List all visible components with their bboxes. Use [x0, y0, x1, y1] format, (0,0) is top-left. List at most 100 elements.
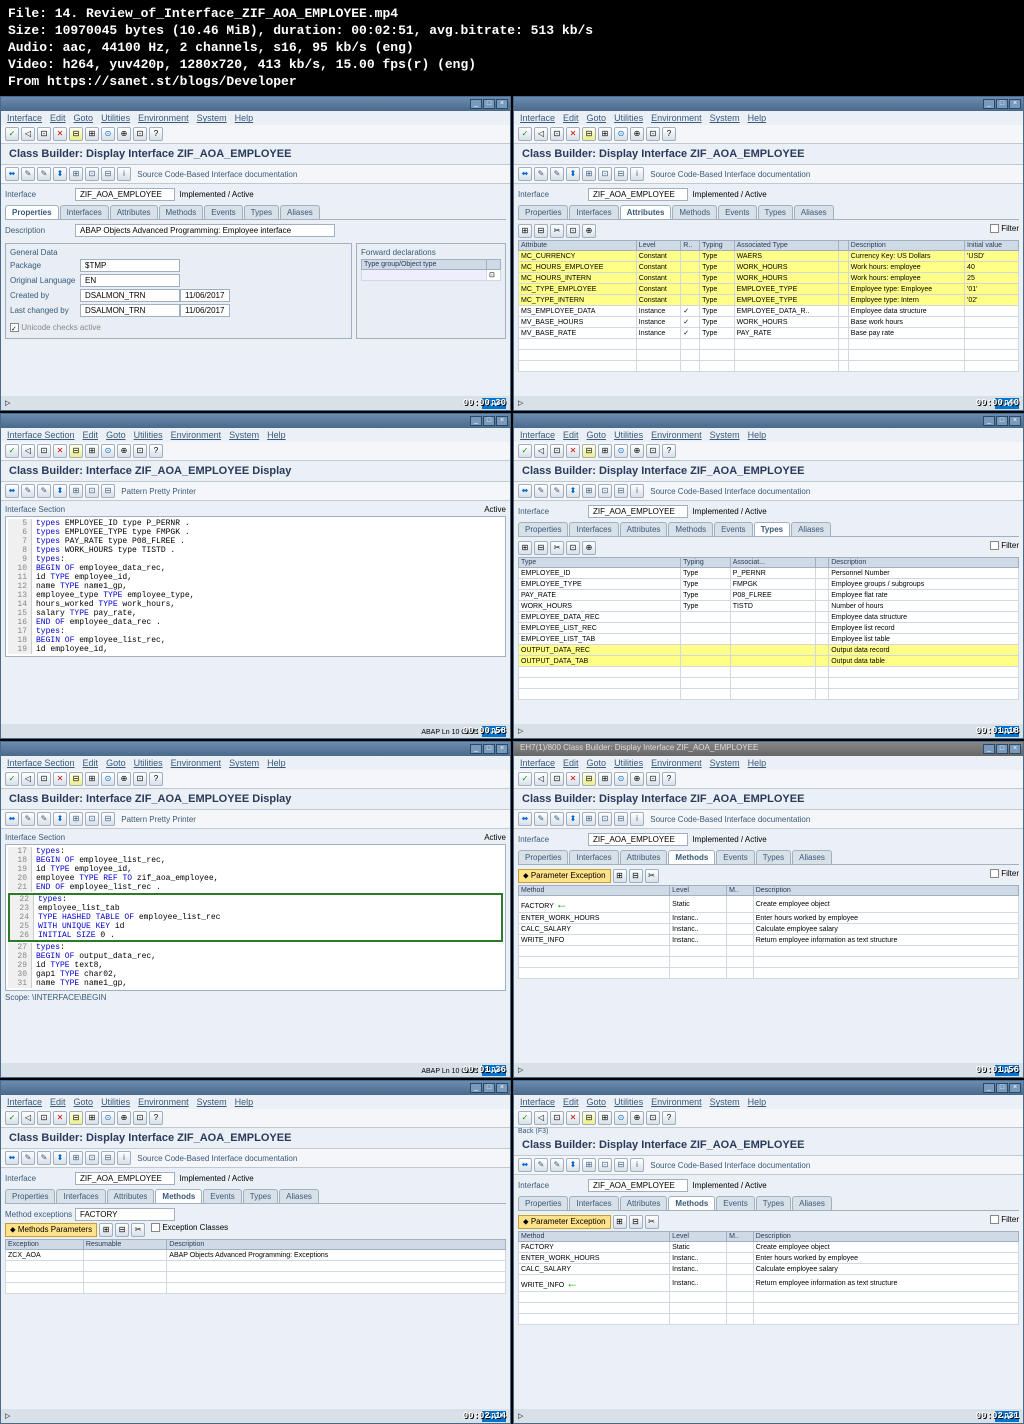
- menu-item[interactable]: Edit: [50, 113, 66, 123]
- menu-item[interactable]: Help: [235, 1097, 254, 1107]
- tab-properties[interactable]: Properties: [518, 205, 568, 219]
- menu-item[interactable]: Help: [748, 1097, 767, 1107]
- tab-events[interactable]: Events: [718, 205, 756, 219]
- menu-item[interactable]: System: [710, 430, 740, 440]
- tab-methods[interactable]: Methods: [668, 1196, 715, 1210]
- menu-item[interactable]: Goto: [587, 1097, 607, 1107]
- menu-item[interactable]: Interface: [520, 430, 555, 440]
- tab-attributes[interactable]: Attributes: [620, 522, 668, 536]
- menu-item[interactable]: Utilities: [101, 113, 130, 123]
- tab-interfaces[interactable]: Interfaces: [569, 850, 618, 864]
- menu-item[interactable]: Edit: [563, 758, 579, 768]
- tab-aliases[interactable]: Aliases: [792, 850, 832, 864]
- menu-item[interactable]: Utilities: [614, 430, 643, 440]
- tab-types[interactable]: Types: [756, 850, 791, 864]
- menu-item[interactable]: System: [710, 113, 740, 123]
- code-editor[interactable]: 5types EMPLOYEE_ID type P_PERNR .6types …: [5, 516, 506, 657]
- tab-events[interactable]: Events: [714, 522, 752, 536]
- menu-item[interactable]: Environment: [171, 430, 222, 440]
- menu-item[interactable]: Environment: [651, 430, 702, 440]
- menu-item[interactable]: System: [197, 113, 227, 123]
- back-button[interactable]: ✓: [518, 1111, 532, 1125]
- tab-aliases[interactable]: Aliases: [792, 1196, 832, 1210]
- menu-item[interactable]: Edit: [563, 430, 579, 440]
- tab-methods[interactable]: Methods: [155, 1189, 202, 1203]
- menu-item[interactable]: Goto: [74, 1097, 94, 1107]
- tab-events[interactable]: Events: [203, 1189, 241, 1203]
- menu-item[interactable]: Interface Section: [7, 430, 75, 440]
- menu-item[interactable]: System: [710, 758, 740, 768]
- tab-methods[interactable]: Methods: [668, 850, 715, 864]
- tab-properties[interactable]: Properties: [518, 850, 568, 864]
- menu-item[interactable]: Environment: [651, 1097, 702, 1107]
- min-icon[interactable]: _: [470, 99, 482, 109]
- tab-properties[interactable]: Properties: [518, 522, 568, 536]
- tab-attributes[interactable]: Attributes: [107, 1189, 155, 1203]
- menu-item[interactable]: Goto: [587, 113, 607, 123]
- menu-item[interactable]: Goto: [587, 758, 607, 768]
- tab-types[interactable]: Types: [756, 1196, 791, 1210]
- tab-events[interactable]: Events: [716, 850, 754, 864]
- tab-aliases[interactable]: Aliases: [791, 522, 831, 536]
- tab-attributes[interactable]: Attributes: [620, 205, 672, 219]
- menu-item[interactable]: System: [229, 758, 259, 768]
- menu-item[interactable]: Goto: [587, 430, 607, 440]
- tab-methods[interactable]: Methods: [159, 205, 204, 219]
- menu-item[interactable]: Help: [267, 758, 286, 768]
- tab-properties[interactable]: Properties: [5, 1189, 55, 1203]
- menu-item[interactable]: Help: [748, 113, 767, 123]
- tab-aliases[interactable]: Aliases: [279, 1189, 319, 1203]
- menu-item[interactable]: Interface: [520, 113, 555, 123]
- menu-item[interactable]: System: [710, 1097, 740, 1107]
- menu-item[interactable]: Environment: [171, 758, 222, 768]
- menu-item[interactable]: Utilities: [134, 430, 163, 440]
- menu-item[interactable]: Edit: [83, 430, 99, 440]
- menu-item[interactable]: Goto: [74, 113, 94, 123]
- menu-item[interactable]: Utilities: [614, 113, 643, 123]
- menubar[interactable]: InterfaceEditGotoUtilitiesEnvironmentSys…: [1, 111, 510, 125]
- tab-events[interactable]: Events: [716, 1196, 754, 1210]
- menu-item[interactable]: Edit: [83, 758, 99, 768]
- menu-item[interactable]: Goto: [106, 758, 126, 768]
- tab-interfaces[interactable]: Interfaces: [569, 1196, 618, 1210]
- tab-interfaces[interactable]: Interfaces: [569, 205, 618, 219]
- attributes-table[interactable]: AttributeLevelR..TypingAssociated TypeDe…: [518, 240, 1019, 372]
- menu-item[interactable]: Utilities: [614, 758, 643, 768]
- menu-item[interactable]: Help: [267, 430, 286, 440]
- menu-item[interactable]: Goto: [106, 430, 126, 440]
- menu-item[interactable]: Environment: [138, 1097, 189, 1107]
- ok-icon[interactable]: ✓: [5, 127, 19, 141]
- methods-table[interactable]: MethodLevelM..DescriptionFACTORYStaticCr…: [518, 1231, 1019, 1325]
- menu-item[interactable]: Environment: [651, 113, 702, 123]
- tab-types[interactable]: Types: [758, 205, 793, 219]
- tab-types[interactable]: Types: [243, 1189, 278, 1203]
- tab-properties[interactable]: Properties: [518, 1196, 568, 1210]
- menu-item[interactable]: System: [229, 430, 259, 440]
- tab-aliases[interactable]: Aliases: [280, 205, 320, 219]
- unicode-checkbox[interactable]: [10, 323, 19, 332]
- tab-events[interactable]: Events: [204, 205, 242, 219]
- max-icon[interactable]: □: [483, 99, 495, 109]
- tab-methods[interactable]: Methods: [668, 522, 713, 536]
- menu-item[interactable]: Interface: [7, 1097, 42, 1107]
- tab-interfaces[interactable]: Interfaces: [569, 522, 618, 536]
- tab-attributes[interactable]: Attributes: [620, 1196, 668, 1210]
- menu-item[interactable]: Interface Section: [7, 758, 75, 768]
- exceptions-table[interactable]: ExceptionResumableDescriptionZCX_AOAABAP…: [5, 1239, 506, 1294]
- methods-table[interactable]: MethodLevelM..DescriptionFACTORY ←Static…: [518, 885, 1019, 979]
- menu-item[interactable]: Help: [748, 758, 767, 768]
- tab-methods[interactable]: Methods: [672, 205, 717, 219]
- menu-item[interactable]: Utilities: [101, 1097, 130, 1107]
- menu-item[interactable]: Interface: [7, 113, 42, 123]
- tab-attributes[interactable]: Attributes: [620, 850, 668, 864]
- code-editor[interactable]: 17types:18 BEGIN OF employee_list_rec,19…: [5, 844, 506, 991]
- menu-item[interactable]: Help: [235, 113, 254, 123]
- parameter-button[interactable]: ⬥ Parameter Exception: [518, 869, 611, 883]
- menu-item[interactable]: Interface: [520, 1097, 555, 1107]
- menu-item[interactable]: Utilities: [614, 1097, 643, 1107]
- tab-aliases[interactable]: Aliases: [794, 205, 834, 219]
- menu-item[interactable]: Edit: [563, 1097, 579, 1107]
- menu-item[interactable]: Help: [748, 430, 767, 440]
- menu-item[interactable]: Edit: [563, 113, 579, 123]
- tab-attributes[interactable]: Attributes: [110, 205, 158, 219]
